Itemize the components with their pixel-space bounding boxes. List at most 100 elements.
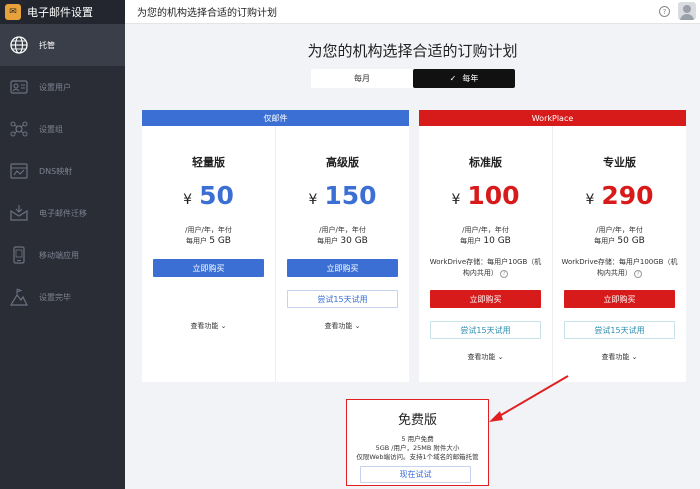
- billing-monthly-option[interactable]: 每月: [311, 69, 413, 88]
- user-card-icon: [8, 76, 30, 98]
- free-plan-title: 免费版: [397, 413, 437, 428]
- group-icon: [8, 118, 30, 140]
- sidebar-title: 电子邮件设置: [27, 6, 93, 19]
- price-unit: /用户/年，年付: [319, 226, 366, 234]
- view-features-label: 查看功能: [467, 353, 496, 361]
- free-plan-storage: 5GB /用户，25MB 附件大小: [375, 444, 460, 452]
- currency-symbol: ¥: [585, 192, 595, 208]
- storage-info: 每用户 30 GB: [276, 236, 409, 246]
- sidebar-item-label: 移动端应用: [39, 250, 79, 260]
- view-features-label: 查看功能: [324, 322, 353, 330]
- currency-symbol: ¥: [308, 192, 318, 208]
- plan-card-premium: 高级版 ¥ 150 /用户/年，年付 每用户 30 GB 立即购买 尝试15天试…: [275, 126, 409, 382]
- storage-info: 每用户 10 GB: [419, 236, 552, 246]
- plan-price: ¥ 290: [553, 181, 686, 210]
- billing-monthly-label: 每月: [354, 74, 370, 83]
- sidebar-item-label: 设置组: [39, 124, 63, 134]
- sidebar-item-label: 托管: [39, 40, 55, 50]
- plan-name: 标准版: [469, 156, 502, 169]
- view-features-link[interactable]: 查看功能 ⌄: [419, 352, 552, 362]
- storage-prefix: 每用户: [317, 237, 339, 245]
- try-now-button[interactable]: 现在试试: [360, 466, 471, 483]
- sidebar: ✉ 电子邮件设置 托管 设置用户 设置组 DNS映射 电子邮件迁移 移动端应用 …: [0, 0, 125, 489]
- chevron-down-icon: ⌄: [631, 353, 638, 361]
- storage-info: 每用户 5 GB: [142, 236, 275, 246]
- sidebar-item-groups[interactable]: 设置组: [0, 108, 125, 150]
- storage-prefix: 每用户: [594, 237, 616, 245]
- help-icon[interactable]: ?: [634, 270, 643, 278]
- storage-info: 每用户 50 GB: [553, 236, 686, 246]
- sidebar-item-label: DNS映射: [39, 166, 73, 176]
- sidebar-item-label: 设置用户: [39, 82, 71, 92]
- storage-amount: 10 GB: [483, 236, 511, 246]
- currency-symbol: ¥: [451, 192, 461, 208]
- free-trial-button[interactable]: 尝试15天试用: [287, 290, 398, 308]
- sidebar-item-users[interactable]: 设置用户: [0, 66, 125, 108]
- billing-yearly-label: 每年: [462, 74, 479, 83]
- plan-card-professional: 专业版 ¥ 290 /用户/年，年付 每用户 50 GB WorkDrive存储…: [552, 126, 686, 382]
- plan-card-standard: 标准版 ¥ 100 /用户/年，年付 每用户 10 GB WorkDrive存储…: [419, 126, 552, 382]
- free-plan-users: 5 用户免费: [401, 435, 434, 443]
- storage-prefix: 每用户: [186, 237, 207, 245]
- price-unit: /用户/年，年付: [185, 226, 232, 234]
- sidebar-header: ✉ 电子邮件设置: [0, 0, 125, 24]
- plan-name: 高级版: [326, 156, 359, 169]
- sidebar-item-hosting[interactable]: 托管: [0, 24, 125, 66]
- globe-icon: [8, 34, 30, 56]
- plan-group-header: 仅邮件: [142, 110, 409, 126]
- currency-symbol: ¥: [183, 192, 193, 208]
- free-plan-access: 仅限Web端访问。支持1个域名的邮箱托管: [356, 453, 479, 461]
- plan-group-workplace: WorkPlace 标准版 ¥ 100 /用户/年，年付 每用户 10 GB W…: [419, 110, 686, 382]
- top-bar-title: 为您的机构选择合适的订购计划: [137, 8, 277, 19]
- sidebar-nav: 托管 设置用户 设置组 DNS映射 电子邮件迁移 移动端应用 设置完毕: [0, 24, 125, 318]
- workdrive-text: WorkDrive存储：每用户10GB（机构内共用）: [429, 258, 542, 277]
- billing-toggle: 每月 ✓ 每年: [311, 69, 515, 88]
- mobile-icon: [8, 244, 30, 266]
- storage-prefix: 每用户: [460, 237, 482, 245]
- sidebar-item-mobile[interactable]: 移动端应用: [0, 234, 125, 276]
- sidebar-item-migration[interactable]: 电子邮件迁移: [0, 192, 125, 234]
- storage-amount: 30 GB: [340, 236, 368, 246]
- help-icon[interactable]: ?: [659, 6, 670, 17]
- mail-migrate-icon: [8, 202, 30, 224]
- storage-amount: 50 GB: [617, 236, 645, 246]
- billing-yearly-option[interactable]: ✓ 每年: [413, 69, 515, 88]
- chevron-down-icon: ⌄: [220, 322, 227, 330]
- sidebar-item-dns[interactable]: DNS映射: [0, 150, 125, 192]
- price-amount: 290: [601, 181, 654, 210]
- app-logo-icon: ✉: [5, 4, 21, 20]
- view-features-link[interactable]: 查看功能 ⌄: [142, 321, 275, 331]
- sidebar-item-done[interactable]: 设置完毕: [0, 276, 125, 318]
- avatar[interactable]: [678, 2, 696, 20]
- workdrive-text: WorkDrive存储：每用户100GB（机构内共用）: [561, 258, 678, 277]
- page-title: 为您的机构选择合适的订购计划: [307, 42, 518, 60]
- plan-price: ¥ 50: [142, 181, 275, 210]
- dns-icon: [8, 160, 30, 182]
- view-features-label: 查看功能: [190, 322, 219, 330]
- plan-card-lite: 轻量版 ¥ 50 /用户/年，年付 每用户 5 GB 立即购买 查看功能 ⌄: [142, 126, 275, 382]
- top-bar: 为您的机构选择合适的订购计划 ?: [125, 0, 700, 24]
- price-unit: /用户/年，年付: [596, 226, 643, 234]
- buy-now-button[interactable]: 立即购买: [153, 259, 264, 277]
- plan-price: ¥ 150: [276, 181, 409, 210]
- chevron-down-icon: ⌄: [354, 322, 361, 330]
- sidebar-item-label: 设置完毕: [39, 292, 71, 302]
- plan-price: ¥ 100: [419, 181, 552, 210]
- price-unit: /用户/年，年付: [462, 226, 509, 234]
- buy-now-button[interactable]: 立即购买: [430, 290, 541, 308]
- free-trial-button[interactable]: 尝试15天试用: [430, 321, 541, 339]
- view-features-link[interactable]: 查看功能 ⌄: [276, 321, 409, 331]
- chevron-down-icon: ⌄: [497, 353, 504, 361]
- buy-now-button[interactable]: 立即购买: [564, 290, 675, 308]
- price-amount: 150: [324, 181, 377, 210]
- price-amount: 50: [199, 181, 234, 210]
- free-trial-button[interactable]: 尝试15天试用: [564, 321, 675, 339]
- price-amount: 100: [467, 181, 520, 210]
- view-features-link[interactable]: 查看功能 ⌄: [553, 352, 686, 362]
- sidebar-item-label: 电子邮件迁移: [39, 208, 87, 218]
- plan-group-mail-only: 仅邮件 轻量版 ¥ 50 /用户/年，年付 每用户 5 GB 立即购买 查看功能…: [142, 110, 409, 382]
- plan-name: 轻量版: [192, 156, 225, 169]
- plan-group-header: WorkPlace: [419, 110, 686, 126]
- buy-now-button[interactable]: 立即购买: [287, 259, 398, 277]
- help-icon[interactable]: ?: [500, 270, 509, 278]
